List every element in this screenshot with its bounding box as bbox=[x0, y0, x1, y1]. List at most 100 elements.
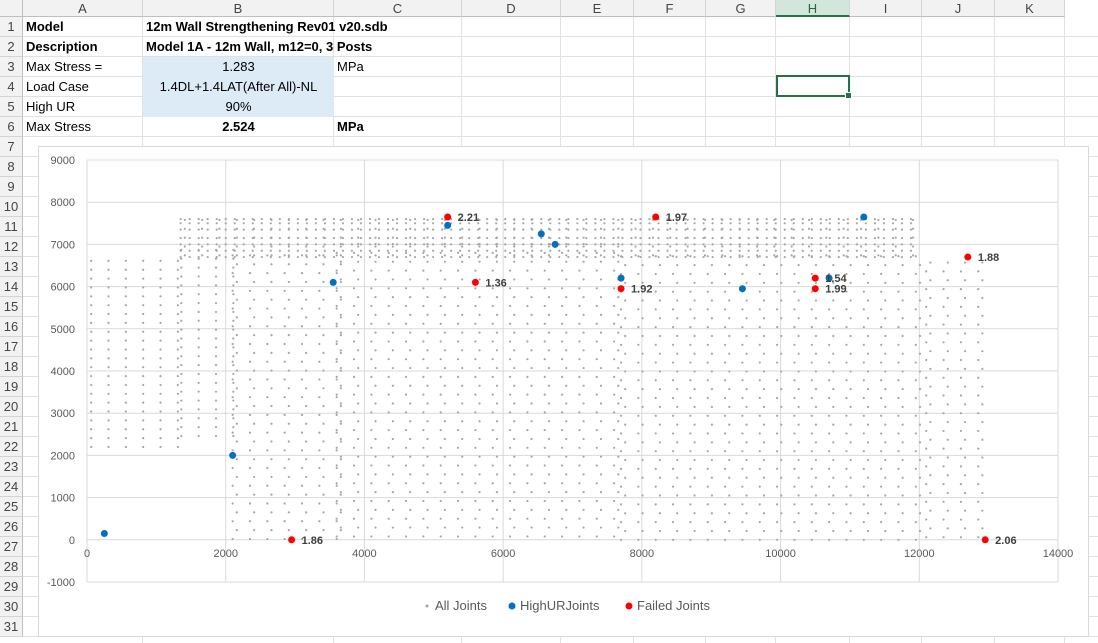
column-header-K[interactable]: K bbox=[995, 0, 1065, 17]
row-header-29[interactable]: 29 bbox=[0, 577, 23, 597]
row-header-27[interactable]: 27 bbox=[0, 537, 23, 557]
all-joint-point bbox=[745, 405, 748, 408]
row-header-25[interactable]: 25 bbox=[0, 497, 23, 517]
column-header-B[interactable]: B bbox=[143, 0, 334, 17]
all-joint-point bbox=[283, 502, 286, 505]
row-header-10[interactable]: 10 bbox=[0, 197, 23, 217]
all-joint-point bbox=[235, 245, 238, 248]
all-joint-point bbox=[422, 249, 426, 252]
all-joint-point bbox=[404, 517, 408, 520]
high-ur-joint-point bbox=[537, 230, 545, 238]
cell-B2[interactable]: Model 1A - 12m Wall, m12=0, 3 Posts bbox=[143, 37, 563, 57]
all-joint-point bbox=[409, 384, 412, 387]
all-joint-point bbox=[287, 511, 290, 514]
all-joint-point bbox=[441, 217, 444, 221]
cell-A3[interactable]: Max Stress = bbox=[23, 57, 143, 77]
all-joint-point bbox=[352, 535, 356, 538]
column-header-I[interactable]: I bbox=[850, 0, 922, 17]
fill-handle[interactable] bbox=[845, 92, 852, 99]
all-joint-point bbox=[558, 255, 561, 259]
column-header-D[interactable]: D bbox=[462, 0, 561, 17]
row-header-13[interactable]: 13 bbox=[0, 257, 23, 277]
all-joint-point bbox=[508, 375, 512, 379]
row-header-8[interactable]: 8 bbox=[0, 157, 23, 177]
row-header-3[interactable]: 3 bbox=[0, 57, 23, 77]
all-joint-point bbox=[689, 361, 692, 364]
all-joint-point bbox=[206, 255, 209, 259]
row-header-16[interactable]: 16 bbox=[0, 317, 23, 337]
row-header-7[interactable]: 7 bbox=[0, 137, 23, 157]
row-header-4[interactable]: 4 bbox=[0, 77, 23, 97]
row-header-12[interactable]: 12 bbox=[0, 237, 23, 257]
all-joint-point bbox=[142, 374, 145, 378]
all-joint-point bbox=[374, 508, 377, 511]
row-header-17[interactable]: 17 bbox=[0, 337, 23, 357]
all-joint-point bbox=[658, 281, 661, 284]
cell-B4[interactable]: 1.4DL+1.4LAT(After All)-NL bbox=[143, 77, 334, 97]
column-header-G[interactable]: G bbox=[706, 0, 776, 17]
column-header-C[interactable]: C bbox=[334, 0, 462, 17]
row-header-26[interactable]: 26 bbox=[0, 517, 23, 537]
cell-A2[interactable]: Description bbox=[23, 37, 143, 57]
cell-C6[interactable]: MPa bbox=[334, 117, 462, 137]
row-header-5[interactable]: 5 bbox=[0, 97, 23, 117]
all-joint-point bbox=[819, 228, 822, 231]
cell-C3[interactable]: MPa bbox=[334, 57, 462, 77]
all-joint-point bbox=[443, 420, 446, 423]
row-header-14[interactable]: 14 bbox=[0, 277, 23, 297]
all-joint-point bbox=[374, 260, 377, 263]
all-joint-point bbox=[352, 322, 356, 325]
row-header-6[interactable]: 6 bbox=[0, 117, 23, 137]
all-joint-point bbox=[159, 401, 162, 404]
all-joint-point bbox=[845, 538, 848, 541]
row-header-24[interactable]: 24 bbox=[0, 477, 23, 497]
row-header-22[interactable]: 22 bbox=[0, 437, 23, 457]
all-joint-point bbox=[387, 411, 390, 414]
row-header-28[interactable]: 28 bbox=[0, 557, 23, 577]
row-header-19[interactable]: 19 bbox=[0, 377, 23, 397]
row-header-9[interactable]: 9 bbox=[0, 177, 23, 197]
row-header-18[interactable]: 18 bbox=[0, 357, 23, 377]
all-joint-point bbox=[914, 485, 917, 488]
all-joint-point bbox=[901, 405, 904, 408]
row-header-31[interactable]: 31 bbox=[0, 617, 23, 637]
cell-B3[interactable]: 1.283 bbox=[143, 57, 334, 77]
all-joint-point bbox=[387, 358, 390, 361]
all-joint-point bbox=[332, 236, 336, 240]
all-joint-point bbox=[214, 426, 218, 429]
column-header-J[interactable]: J bbox=[922, 0, 995, 17]
row-header-11[interactable]: 11 bbox=[0, 217, 23, 237]
cell-A6[interactable]: Max Stress bbox=[23, 117, 143, 137]
all-joint-point bbox=[232, 337, 235, 340]
row-header-15[interactable]: 15 bbox=[0, 297, 23, 317]
all-joint-point bbox=[560, 464, 564, 467]
all-joint-point bbox=[370, 375, 373, 379]
all-joint-point bbox=[90, 383, 93, 387]
row-header-2[interactable]: 2 bbox=[0, 37, 23, 57]
column-header-E[interactable]: E bbox=[561, 0, 634, 17]
row-header-30[interactable]: 30 bbox=[0, 597, 23, 617]
all-joint-point bbox=[946, 509, 949, 512]
row-header-1[interactable]: 1 bbox=[0, 17, 23, 37]
all-joint-point bbox=[790, 236, 793, 239]
all-joint-point bbox=[283, 537, 286, 541]
cell-A5[interactable]: High UR bbox=[23, 97, 143, 117]
row-header-20[interactable]: 20 bbox=[0, 397, 23, 417]
select-all-corner[interactable] bbox=[0, 0, 23, 17]
all-joint-point bbox=[684, 243, 687, 246]
all-joint-point bbox=[391, 227, 394, 230]
all-joint-point bbox=[387, 499, 390, 503]
cell-A4[interactable]: Load Case bbox=[23, 77, 143, 97]
row-header-21[interactable]: 21 bbox=[0, 417, 23, 437]
scatter-chart[interactable]: -1000 0 1000 2000 3000 4000 5000 6000 7000 8000 90… bbox=[38, 146, 1089, 637]
active-cell-selection[interactable] bbox=[776, 75, 852, 99]
cell-B5[interactable]: 90% bbox=[143, 97, 334, 117]
row-header-23[interactable]: 23 bbox=[0, 457, 23, 477]
column-header-A[interactable]: A bbox=[23, 0, 143, 17]
column-header-F[interactable]: F bbox=[634, 0, 706, 17]
cell-B1[interactable]: 12m Wall Strengthening Rev01 v20.sdb bbox=[143, 17, 563, 37]
all-joint-point bbox=[897, 396, 900, 400]
cell-A1[interactable]: Model bbox=[23, 17, 143, 37]
cell-B6[interactable]: 2.524 bbox=[143, 117, 334, 137]
column-header-H[interactable]: H bbox=[776, 0, 850, 17]
